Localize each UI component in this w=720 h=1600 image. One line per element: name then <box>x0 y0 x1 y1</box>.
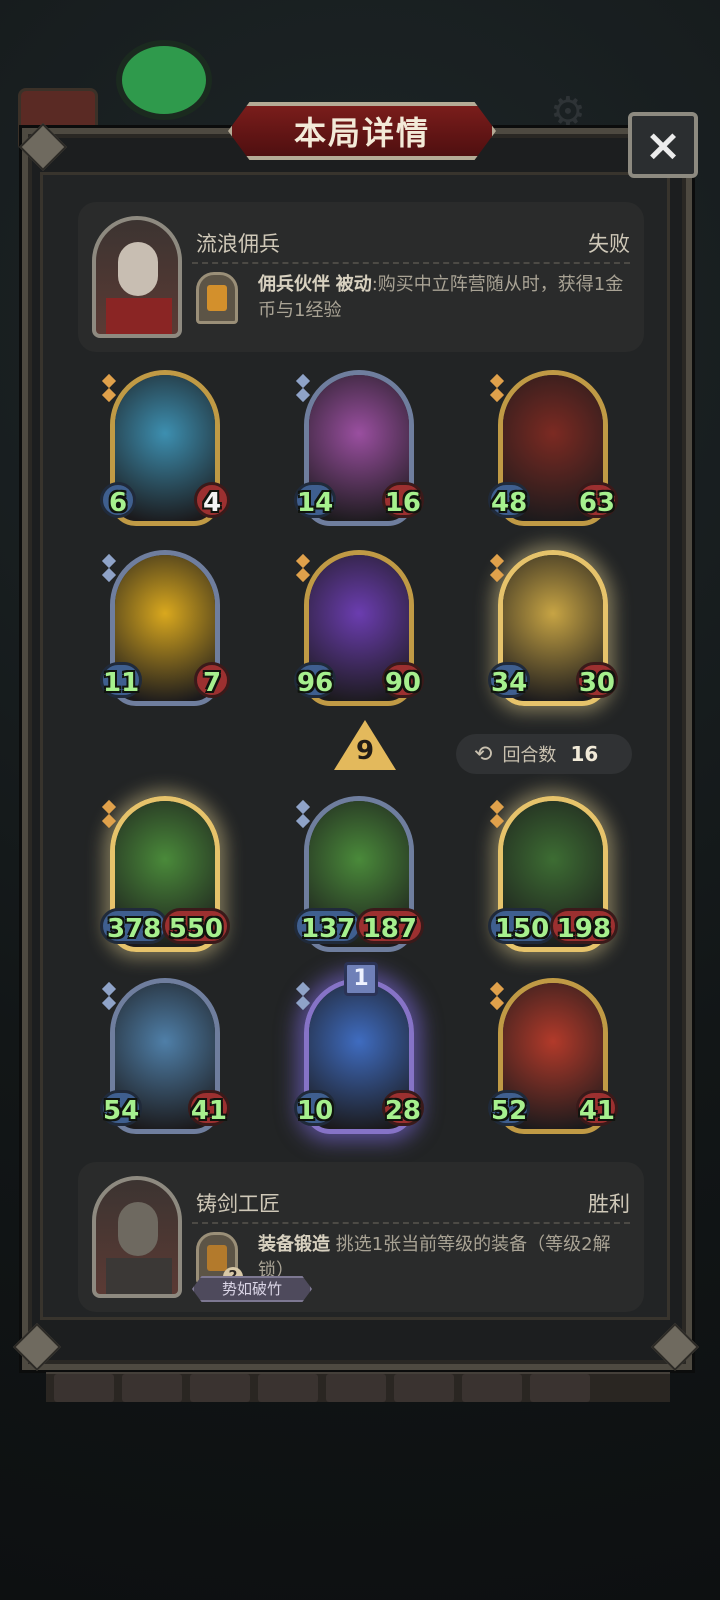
attack-stat: 11 <box>100 662 143 698</box>
minion-card[interactable]: 150 198 <box>488 796 618 958</box>
close-button[interactable]: × <box>628 112 698 178</box>
minion-card[interactable]: 54 41 <box>100 978 230 1140</box>
health-stat: 16 <box>381 482 424 518</box>
minion-card[interactable]: 14 16 <box>294 370 424 532</box>
health-stat: 90 <box>381 662 424 698</box>
divider <box>192 262 630 264</box>
minion-card[interactable]: 11 7 <box>100 550 230 712</box>
minion-card[interactable]: 52 41 <box>488 978 618 1140</box>
opponent-name: 流浪佣兵 <box>196 232 280 256</box>
minion-card[interactable]: 48 63 <box>488 370 618 532</box>
attack-stat: 52 <box>488 1090 531 1126</box>
rounds-value: 16 <box>570 742 599 766</box>
rounds-counter: ⟲ 回合数 16 <box>456 734 632 774</box>
minion-card[interactable]: 34 30 <box>488 550 618 712</box>
opponent-panel-bottom: 铸剑工匠 胜利 2 装备锻造 挑选1张当前等级的装备（等级2解锁） 势如破竹 <box>78 1162 644 1312</box>
attack-stat: 14 <box>294 482 337 518</box>
tier-icon <box>489 373 505 404</box>
background-board-strip <box>46 1372 670 1402</box>
attack-stat: 150 <box>488 908 557 944</box>
divider <box>192 1222 630 1224</box>
health-stat: 63 <box>575 482 618 518</box>
minion-card[interactable]: 137 187 <box>294 796 424 958</box>
hero-skill-icon <box>196 272 238 324</box>
attack-stat: 378 <box>100 908 169 944</box>
health-stat: 7 <box>194 662 230 698</box>
health-stat: 41 <box>575 1090 618 1126</box>
attack-stat: 6 <box>100 482 136 518</box>
tier-icon <box>101 981 117 1012</box>
tier-icon <box>101 373 117 404</box>
streak-tag: 势如破竹 <box>192 1276 312 1302</box>
tier-icon <box>295 373 311 404</box>
attack-stat: 54 <box>100 1090 143 1126</box>
health-stat: 187 <box>355 908 424 944</box>
opponent-portrait <box>92 216 182 338</box>
tier-icon <box>489 981 505 1012</box>
minion-card[interactable]: 96 90 <box>294 550 424 712</box>
hero-skill-text: 装备锻造 挑选1张当前等级的装备（等级2解锁） <box>258 1234 611 1281</box>
opponent-panel-top: 流浪佣兵 失败 佣兵伙伴 被动:购买中立阵营随从时，获得1金币与1经验 <box>78 202 644 352</box>
tier-icon <box>489 799 505 830</box>
attack-stat: 34 <box>488 662 531 698</box>
health-stat: 28 <box>381 1090 424 1126</box>
opponent-name: 铸剑工匠 <box>196 1192 280 1216</box>
tier-icon <box>101 553 117 584</box>
dialog-title: 本局详情 <box>293 114 430 152</box>
health-stat: 4 <box>194 482 230 518</box>
attack-stat: 96 <box>294 662 337 698</box>
attack-stat: 10 <box>294 1090 337 1126</box>
tier-icon <box>295 553 311 584</box>
refresh-icon: ⟲ <box>474 741 493 767</box>
dialog-title-banner: 本局详情 <box>228 102 496 160</box>
health-stat: 41 <box>187 1090 230 1126</box>
opponent-portrait <box>92 1176 182 1298</box>
attack-stat: 137 <box>294 908 363 944</box>
tier-icon <box>101 799 117 830</box>
health-stat: 198 <box>549 908 618 944</box>
close-icon: × <box>644 119 682 171</box>
health-stat: 30 <box>575 662 618 698</box>
minion-card[interactable]: 378 550 <box>100 796 230 958</box>
tier-icon <box>489 553 505 584</box>
minion-card[interactable]: 10 28 <box>294 978 424 1140</box>
opponent-result: 失败 <box>588 232 630 256</box>
rounds-label: 回合数 <box>502 745 557 766</box>
tier-icon <box>295 799 311 830</box>
hero-skill-text: 佣兵伙伴 被动:购买中立阵营随从时，获得1金币与1经验 <box>258 274 624 321</box>
gear-icon: ⚙ <box>550 89 586 135</box>
opponent-result: 胜利 <box>588 1192 630 1216</box>
gold-counter-bg <box>116 40 212 120</box>
card-level-badge: 1 <box>344 962 378 996</box>
health-stat: 550 <box>161 908 230 944</box>
minion-card[interactable]: 64 <box>100 370 230 532</box>
attack-stat: 48 <box>488 482 531 518</box>
tier-icon <box>295 981 311 1012</box>
